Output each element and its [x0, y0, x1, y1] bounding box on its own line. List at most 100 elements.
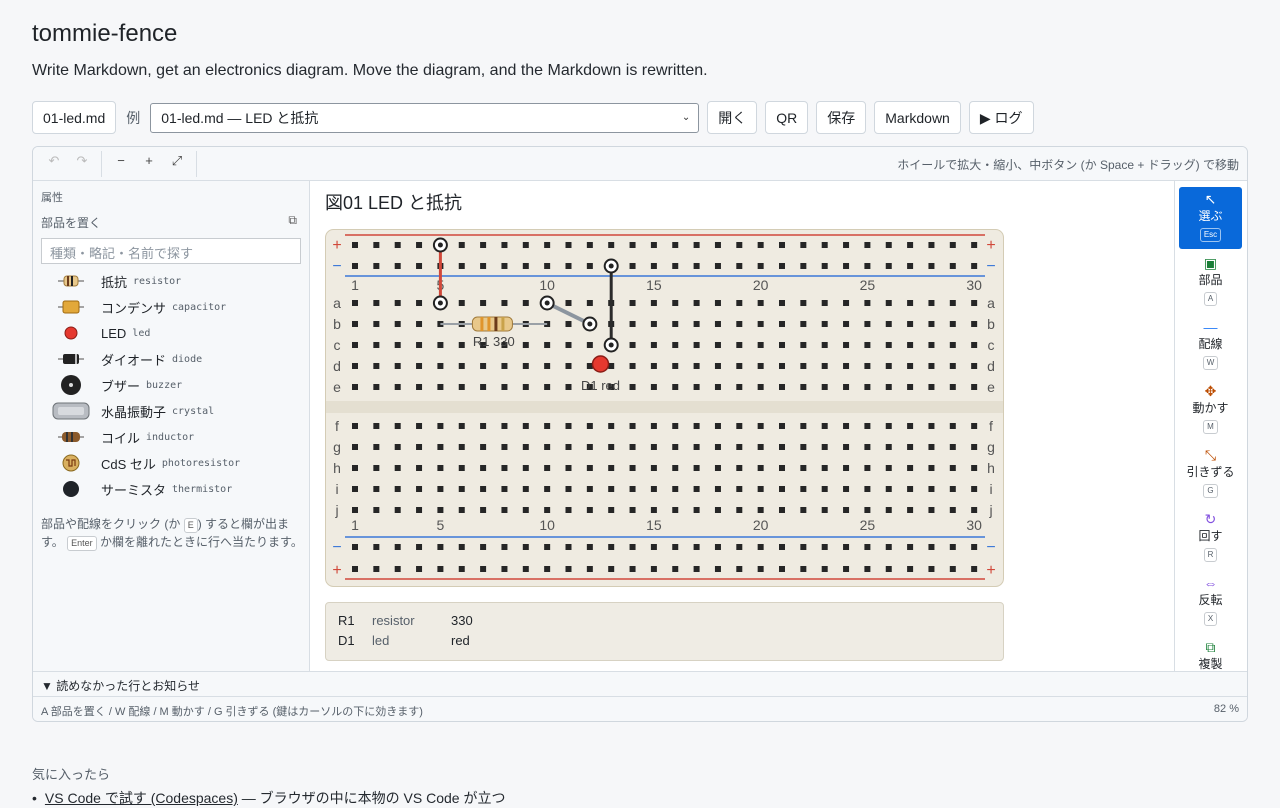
hole — [928, 263, 935, 269]
figure-title: 図01 LED と抵抗 — [325, 193, 463, 213]
help-text: か欄を離れたときに行へ当たります。 — [100, 535, 303, 549]
part-item-buzzer[interactable]: ブザー buzzer — [41, 372, 303, 398]
hole — [458, 544, 465, 550]
hole — [714, 423, 721, 429]
hole — [480, 465, 487, 471]
hole — [736, 342, 743, 348]
hole — [544, 465, 551, 471]
hole — [608, 486, 615, 492]
hole — [437, 486, 444, 492]
hole — [522, 465, 529, 471]
hole — [522, 242, 529, 248]
row-label: i — [335, 481, 338, 497]
wire-end-dot — [608, 342, 614, 348]
hole — [394, 423, 401, 429]
tool-shortcut-key: X — [1203, 612, 1218, 626]
tool-r[interactable]: ↻ 回す R — [1179, 507, 1242, 569]
hole — [779, 544, 785, 550]
hole — [693, 384, 700, 390]
part-item-crystal[interactable]: 水晶振動子 crystal — [41, 398, 303, 424]
column-number: 30 — [966, 517, 982, 533]
hole — [714, 263, 721, 269]
wire-end-dot — [587, 321, 593, 327]
part-label: サーミスタ — [101, 482, 167, 498]
tool-esc[interactable]: ↖ 選ぶ Esc — [1179, 187, 1242, 249]
hole — [885, 566, 892, 572]
hole — [928, 363, 935, 369]
part-item-led[interactable]: LED led — [41, 320, 303, 346]
hole — [907, 507, 914, 513]
hole — [693, 566, 700, 572]
hole — [458, 263, 465, 269]
part-item-resistor[interactable]: 抵抗 resistor — [41, 268, 303, 294]
hole — [949, 544, 956, 550]
hole — [394, 486, 401, 492]
hole — [458, 486, 465, 492]
hole — [544, 544, 551, 550]
copy-icon[interactable]: ⧉ — [288, 213, 297, 228]
hole — [608, 566, 615, 572]
part-search-input[interactable]: 種類・略記・名前で探す — [41, 238, 301, 264]
hole — [394, 384, 401, 390]
file-name-button[interactable]: 01-led.md — [32, 101, 117, 134]
redo-icon[interactable]: ↷ — [71, 153, 93, 169]
tool-g[interactable]: ⤡ 引きずる G — [1179, 443, 1242, 505]
hole — [693, 342, 700, 348]
tool-x[interactable]: ⇔ 反転 X — [1179, 571, 1242, 633]
hole — [714, 465, 721, 471]
part-type: led — [132, 327, 151, 339]
hole — [971, 300, 978, 306]
hole — [373, 363, 380, 369]
part-type: diode — [172, 353, 203, 365]
hole — [843, 263, 850, 269]
qr-button[interactable]: QR — [765, 101, 809, 134]
hole — [629, 544, 636, 550]
hole — [629, 263, 636, 269]
hole — [394, 263, 401, 269]
hole — [928, 566, 935, 572]
tool-a[interactable]: ▣ 部品 A — [1179, 251, 1242, 313]
hole — [522, 342, 529, 348]
hole — [885, 300, 892, 306]
tool-shortcut-key: M — [1203, 420, 1218, 434]
hole — [437, 423, 444, 429]
hole — [800, 263, 807, 269]
hole — [864, 263, 871, 269]
hole — [586, 544, 593, 550]
hole — [949, 242, 956, 248]
part-item-thermistor[interactable]: サーミスタ thermistor — [41, 476, 303, 502]
hole — [821, 507, 828, 513]
hole — [352, 300, 358, 306]
undo-icon[interactable]: ↶ — [43, 153, 65, 169]
row-label: h — [333, 460, 341, 476]
hole — [800, 363, 807, 369]
zoom-out-button[interactable]: − — [110, 153, 132, 168]
open-button[interactable]: 開く — [707, 101, 758, 134]
codespaces-link[interactable]: VS Code で試す (Codespaces) — [45, 790, 238, 806]
hole — [650, 384, 657, 390]
bom-value: red — [451, 633, 470, 648]
log-toggle-button[interactable]: ▶ ログ — [968, 101, 1034, 134]
markdown-button[interactable]: Markdown — [874, 101, 961, 134]
example-select[interactable]: 01-led.md — LED と抵抗 ⌄ — [150, 102, 700, 133]
diagram-canvas[interactable]: 図01 LED と抵抗 + + − − − − + + a a b b c c d d e e f f g g h h i i j j… — [311, 181, 1175, 671]
zoom-in-button[interactable]: + — [138, 153, 160, 168]
tool-w[interactable]: — 配線 W — [1179, 315, 1242, 377]
part-label: 抵抗 — [101, 274, 128, 290]
part-item-photoresistor[interactable]: CdS セル photoresistor — [41, 450, 303, 476]
part-item-diode[interactable]: ダイオード diode — [41, 346, 303, 372]
hole — [821, 263, 828, 269]
hole — [800, 321, 807, 327]
part-item-capacitor[interactable]: コンデンサ capacitor — [41, 294, 303, 320]
hole — [352, 342, 358, 348]
center-channel — [326, 401, 1003, 413]
part-item-inductor[interactable]: コイル inductor — [41, 424, 303, 450]
tool-label: 動かす — [1192, 401, 1229, 415]
hole — [650, 342, 657, 348]
save-button[interactable]: 保存 — [816, 101, 867, 134]
breadboard[interactable]: ++−−−−++aabbccddeeffgghhiijj115510101515… — [325, 229, 1005, 589]
tool-m[interactable]: ✥ 動かす M — [1179, 379, 1242, 441]
hole — [736, 363, 743, 369]
warnings-toggle[interactable]: ▼ 読めなかった行とお知らせ — [33, 671, 1247, 696]
fit-view-icon[interactable]: ⤢ — [166, 153, 188, 169]
